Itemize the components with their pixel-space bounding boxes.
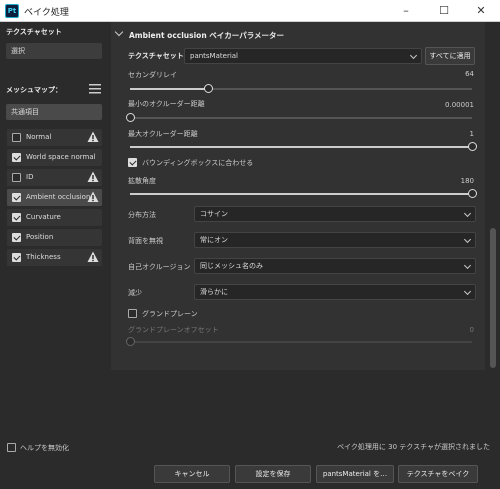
- mesh-map-item[interactable]: Thickness: [7, 249, 102, 266]
- scrollbar[interactable]: [489, 22, 497, 370]
- secondary-rays-value: 64: [465, 70, 474, 78]
- chevron-down-icon: [463, 209, 472, 218]
- bake-material-button[interactable]: pantsMaterial を…: [316, 465, 394, 483]
- mesh-map-label: World space normal: [26, 153, 96, 161]
- mesh-map-label: Normal: [26, 133, 52, 141]
- max-occluder-handle[interactable]: [467, 142, 477, 151]
- mesh-map-checkbox[interactable]: [12, 153, 21, 162]
- mesh-map-menu-icon[interactable]: [89, 84, 101, 94]
- mesh-map-label: ID: [26, 173, 34, 181]
- ground-plane-checkbox[interactable]: [128, 309, 137, 318]
- spread-angle-value: 180: [460, 177, 474, 185]
- self-occlusion-value: 同じメッシュ名のみ: [200, 262, 263, 270]
- status-text: ベイク処理用に 30 テクスチャが選択されました: [337, 443, 490, 451]
- parameters-header: Ambient occlusion ベイカーパラメーター: [129, 31, 284, 40]
- min-occluder-slider[interactable]: [130, 117, 472, 119]
- max-occluder-slider[interactable]: [130, 146, 472, 148]
- texture-set-value: pantsMaterial: [190, 52, 238, 60]
- secondary-rays-fill: [130, 88, 209, 90]
- mesh-map-item[interactable]: Position: [7, 229, 102, 246]
- mesh-map-checkbox[interactable]: [12, 253, 21, 262]
- mesh-map-checkbox[interactable]: [12, 213, 21, 222]
- warning-icon: [87, 131, 99, 142]
- mesh-map-label: Position: [26, 233, 54, 241]
- mesh-map-checkbox[interactable]: [12, 233, 21, 242]
- common-item-button[interactable]: 共通項目: [6, 104, 102, 120]
- attenuation-value: 滑らかに: [200, 288, 228, 296]
- apply-all-button[interactable]: すべてに適用: [425, 47, 475, 65]
- ground-plane-label: グランドプレーン: [142, 310, 198, 318]
- self-occlusion-dropdown[interactable]: 同じメッシュ名のみ: [194, 258, 476, 274]
- title-bar: Pt ベイク処理 – ☐ ✕: [0, 0, 500, 22]
- min-occluder-label: 最小のオクルーダー距離: [128, 100, 205, 108]
- chevron-down-icon: [463, 287, 472, 296]
- texture-set-dropdown[interactable]: pantsMaterial: [184, 48, 422, 64]
- mesh-map-title: メッシュマップ：: [6, 86, 62, 94]
- attenuation-dropdown[interactable]: 滑らかに: [194, 284, 476, 300]
- self-occlusion-label: 自己オクルージョン: [128, 263, 191, 271]
- mesh-map-label: Curvature: [26, 213, 61, 221]
- mesh-map-checkbox[interactable]: [12, 193, 21, 202]
- mesh-map-label: Thickness: [26, 253, 61, 261]
- mesh-map-item[interactable]: Normal: [7, 129, 102, 146]
- scrollbar-thumb[interactable]: [490, 228, 496, 368]
- attenuation-label: 減少: [128, 289, 142, 297]
- distribution-value: コサイン: [200, 210, 228, 218]
- maximize-button[interactable]: ☐: [425, 0, 463, 22]
- chevron-down-icon: [463, 235, 472, 244]
- min-occluder-handle[interactable]: [125, 113, 135, 122]
- texture-set-title: テクスチャセット: [6, 28, 62, 36]
- bake-textures-button[interactable]: テクスチャをベイク: [398, 465, 478, 483]
- app-icon: Pt: [5, 4, 19, 18]
- mesh-map-checkbox[interactable]: [12, 173, 21, 182]
- max-occluder-value: 1: [469, 130, 474, 138]
- warning-icon: [87, 191, 99, 202]
- bbox-checkbox[interactable]: [128, 158, 137, 167]
- window-title: ベイク処理: [24, 8, 69, 18]
- cancel-button[interactable]: キャンセル: [154, 465, 230, 483]
- spread-angle-handle[interactable]: [467, 189, 477, 198]
- chevron-down-icon: [409, 51, 418, 60]
- ground-offset-handle[interactable]: [125, 337, 135, 346]
- ignore-backface-value: 常にオン: [200, 236, 228, 244]
- max-occluder-label: 最大オクルーダー距離: [128, 130, 198, 138]
- distribution-dropdown[interactable]: コサイン: [194, 206, 476, 222]
- chevron-down-icon: [463, 261, 472, 270]
- distribution-label: 分布方法: [128, 211, 156, 219]
- mesh-map-item[interactable]: Ambient occlusion: [7, 189, 102, 206]
- ground-offset-slider[interactable]: [130, 341, 472, 343]
- spread-angle-slider[interactable]: [130, 193, 472, 195]
- disable-help-checkbox[interactable]: [7, 443, 16, 452]
- mesh-map-label: Ambient occlusion: [26, 193, 91, 201]
- mesh-map-checkbox[interactable]: [12, 133, 21, 142]
- texture-set-label: テクスチャセット: [128, 52, 184, 60]
- save-settings-button[interactable]: 設定を保存: [235, 465, 311, 483]
- mesh-map-item[interactable]: World space normal: [7, 149, 102, 166]
- close-button[interactable]: ✕: [462, 0, 500, 22]
- texture-set-selector[interactable]: 選択: [6, 43, 102, 59]
- ground-offset-label: グランドプレーンオフセット: [128, 326, 219, 334]
- ignore-backface-label: 背面を無視: [128, 237, 163, 245]
- minimize-button[interactable]: –: [387, 0, 425, 22]
- spread-angle-label: 拡散角度: [128, 177, 156, 185]
- min-occluder-value: 0.00001: [445, 101, 474, 109]
- mesh-map-item[interactable]: Curvature: [7, 209, 102, 226]
- warning-icon: [87, 251, 99, 262]
- ground-offset-value: 0: [469, 326, 474, 334]
- ignore-backface-dropdown[interactable]: 常にオン: [194, 232, 476, 248]
- disable-help-label: ヘルプを無効化: [20, 444, 69, 452]
- secondary-rays-label: セカンダリレイ: [128, 71, 177, 79]
- mesh-map-item[interactable]: ID: [7, 169, 102, 186]
- warning-icon: [87, 171, 99, 182]
- bbox-label: バウンディングボックスに合わせる: [142, 159, 254, 167]
